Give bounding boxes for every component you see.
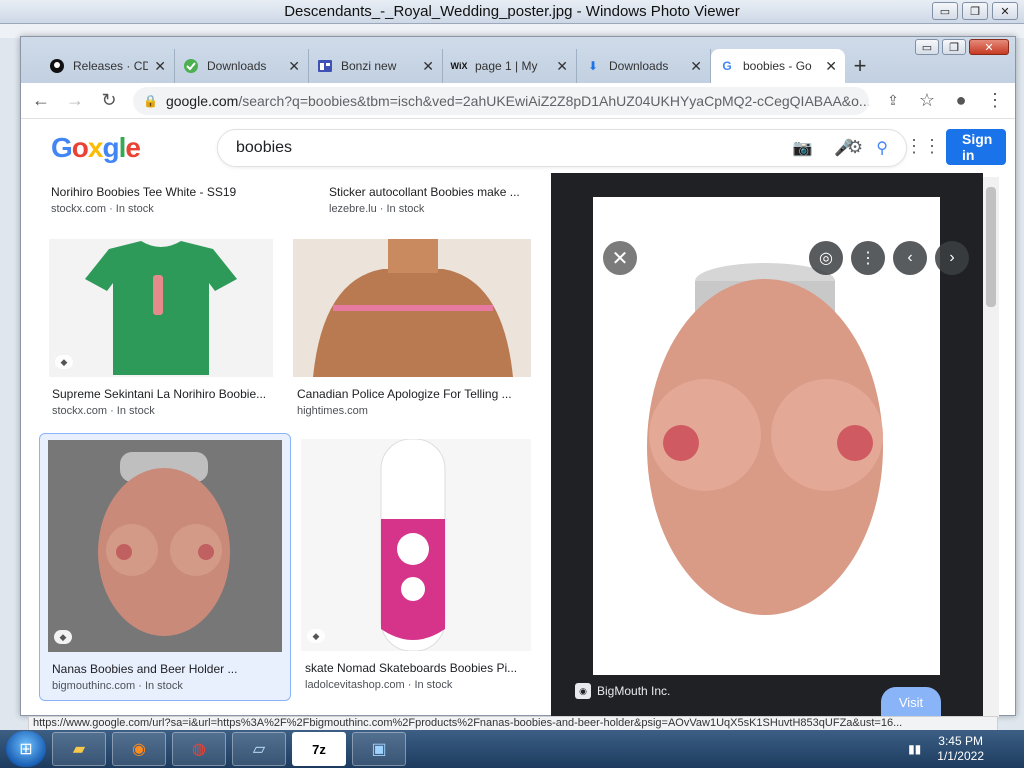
tab-close-icon[interactable]: ✕ [154, 58, 166, 75]
tag-icon: ◆ [55, 355, 73, 369]
preview-close-icon[interactable]: ✕ [603, 241, 637, 275]
next-arrow-icon[interactable]: › [935, 241, 969, 275]
google-icon: G [722, 59, 732, 73]
result-card-selected[interactable]: ◆ Nanas Boobies and Beer Holder ... bigm… [39, 433, 291, 701]
photo-viewer-close-button[interactable]: ✕ [992, 2, 1018, 20]
search-icon[interactable]: ⚲ [876, 138, 888, 158]
police-photo-thumbnail[interactable] [293, 239, 531, 377]
preview-image[interactable] [593, 197, 940, 675]
tab-close-icon[interactable]: ✕ [825, 58, 837, 75]
tab-close-icon[interactable]: ✕ [288, 58, 300, 75]
photo-viewer-title: Descendants_-_Royal_Wedding_poster.jpg -… [284, 3, 740, 20]
notepad-icon[interactable]: ▱ [232, 732, 286, 766]
windows-taskbar: ⊞ ▰ ◉ ◍ ▱ 7z ▣ ▮▮ 3:45 PM 1/1/2022 [0, 730, 1024, 768]
result-card[interactable]: Sticker autocollant Boobies make ... lez… [329, 177, 539, 222]
file-explorer-icon[interactable]: ▰ [52, 732, 106, 766]
tab-close-icon[interactable]: ✕ [422, 58, 434, 75]
crochet-holder-thumbnail[interactable]: ◆ [48, 440, 282, 652]
start-button[interactable]: ⊞ [6, 731, 46, 767]
settings-gear-icon[interactable]: ⚙ [847, 137, 863, 158]
result-card[interactable]: ◆ skate Nomad Skateboards Boobies Pi... … [301, 439, 533, 701]
camera-icon[interactable]: 📷 [792, 138, 812, 158]
downloads-site-icon [183, 58, 199, 74]
clock[interactable]: 3:45 PM 1/1/2022 [937, 734, 984, 764]
tab-releases[interactable]: Releases · CD ✕ [41, 49, 175, 83]
system-tray: ▮▮ 3:45 PM 1/1/2022 [908, 730, 984, 768]
tab-strip: ▭ ❐ ✕ Releases · CD ✕ Downloads ✕ Bonzi … [21, 37, 1015, 83]
chrome-window: ▭ ❐ ✕ Releases · CD ✕ Downloads ✕ Bonzi … [20, 36, 1016, 717]
photo-viewer-icon[interactable]: ▣ [352, 732, 406, 766]
bookmark-star-icon[interactable]: ☆ [917, 90, 937, 111]
result-card[interactable]: Canadian Police Apologize For Telling ..… [293, 239, 531, 429]
tab-downloads-1[interactable]: Downloads ✕ [175, 49, 309, 83]
wix-icon: WiX [450, 61, 468, 71]
preview-site[interactable]: ◉ BigMouth Inc. [575, 683, 670, 699]
github-icon [49, 58, 65, 74]
chrome-minimize-button[interactable]: ▭ [915, 39, 939, 55]
menu-dots-icon[interactable]: ⋮ [985, 90, 1005, 111]
tab-google-search[interactable]: G boobies - Go ✕ [711, 49, 845, 83]
lens-search-icon[interactable]: ◎ [809, 241, 843, 275]
page-scrollbar[interactable] [983, 177, 999, 717]
tab-downloads-2[interactable]: ⬇ Downloads ✕ [577, 49, 711, 83]
network-icon[interactable]: ▮▮ [908, 742, 921, 756]
visit-button[interactable]: Visit [881, 687, 941, 717]
seven-zip-icon[interactable]: 7z [292, 732, 346, 766]
back-arrow-icon[interactable]: ← [31, 90, 51, 111]
result-card[interactable]: ◆ Supreme Sekintani La Norihiro Boobie..… [49, 239, 273, 429]
photo-viewer-maximize-button[interactable]: ❐ [962, 2, 988, 20]
new-tab-button[interactable]: + [845, 49, 875, 83]
browser-toolbar: ← → ↻ 🔒 google.com/search?q=boobies&tbm=… [21, 83, 1015, 119]
result-card[interactable]: Norihiro Boobies Tee White - SS19 stockx… [51, 177, 281, 222]
reload-icon[interactable]: ↻ [99, 90, 119, 111]
tab-page1[interactable]: WiX page 1 | My ✕ [443, 49, 577, 83]
google-header: Goxgle boobies 📷 🎤 ⚲ ⚙ ⋮⋮⋮ Sign in [21, 119, 1015, 177]
image-results: Norihiro Boobies Tee White - SS19 stockx… [21, 177, 551, 717]
skateboard-thumbnail[interactable]: ◆ [301, 439, 531, 651]
firefox-icon[interactable]: ◉ [112, 732, 166, 766]
google-logo[interactable]: Goxgle [51, 132, 181, 164]
chrome-maximize-button[interactable]: ❐ [942, 39, 966, 55]
tag-icon: ◆ [54, 630, 72, 644]
photo-viewer-titlebar: Descendants_-_Royal_Wedding_poster.jpg -… [0, 0, 1024, 24]
chrome-close-button[interactable]: ✕ [969, 39, 1009, 55]
forward-arrow-icon[interactable]: → [65, 90, 85, 111]
download-icon: ⬇ [587, 59, 599, 73]
site-favicon-icon: ◉ [575, 683, 591, 699]
profile-avatar-icon[interactable]: ● [951, 90, 971, 111]
tab-bonzi[interactable]: Bonzi new ✕ [309, 49, 443, 83]
more-options-icon[interactable]: ⋮ [851, 241, 885, 275]
chrome-icon[interactable]: ◍ [172, 732, 226, 766]
address-bar[interactable]: 🔒 google.com/search?q=boobies&tbm=isch&v… [133, 86, 869, 115]
photo-viewer-minimize-button[interactable]: ▭ [932, 2, 958, 20]
tag-icon: ◆ [307, 629, 325, 643]
tab-close-icon[interactable]: ✕ [556, 58, 568, 75]
search-box[interactable]: boobies 📷 🎤 ⚲ [217, 129, 907, 167]
previous-arrow-icon[interactable]: ‹ [893, 241, 927, 275]
share-icon[interactable]: ⇪ [883, 92, 903, 109]
image-preview-panel: ✕ ◎ ⋮ ‹ › ◉ BigMouth Inc. Visit [551, 173, 983, 717]
lock-icon: 🔒 [143, 93, 158, 108]
search-input[interactable]: boobies [236, 139, 770, 157]
green-tshirt-thumbnail[interactable]: ◆ [49, 239, 273, 377]
sign-in-button[interactable]: Sign in [946, 129, 1006, 165]
page-icon [317, 58, 333, 74]
tab-close-icon[interactable]: ✕ [690, 58, 702, 75]
